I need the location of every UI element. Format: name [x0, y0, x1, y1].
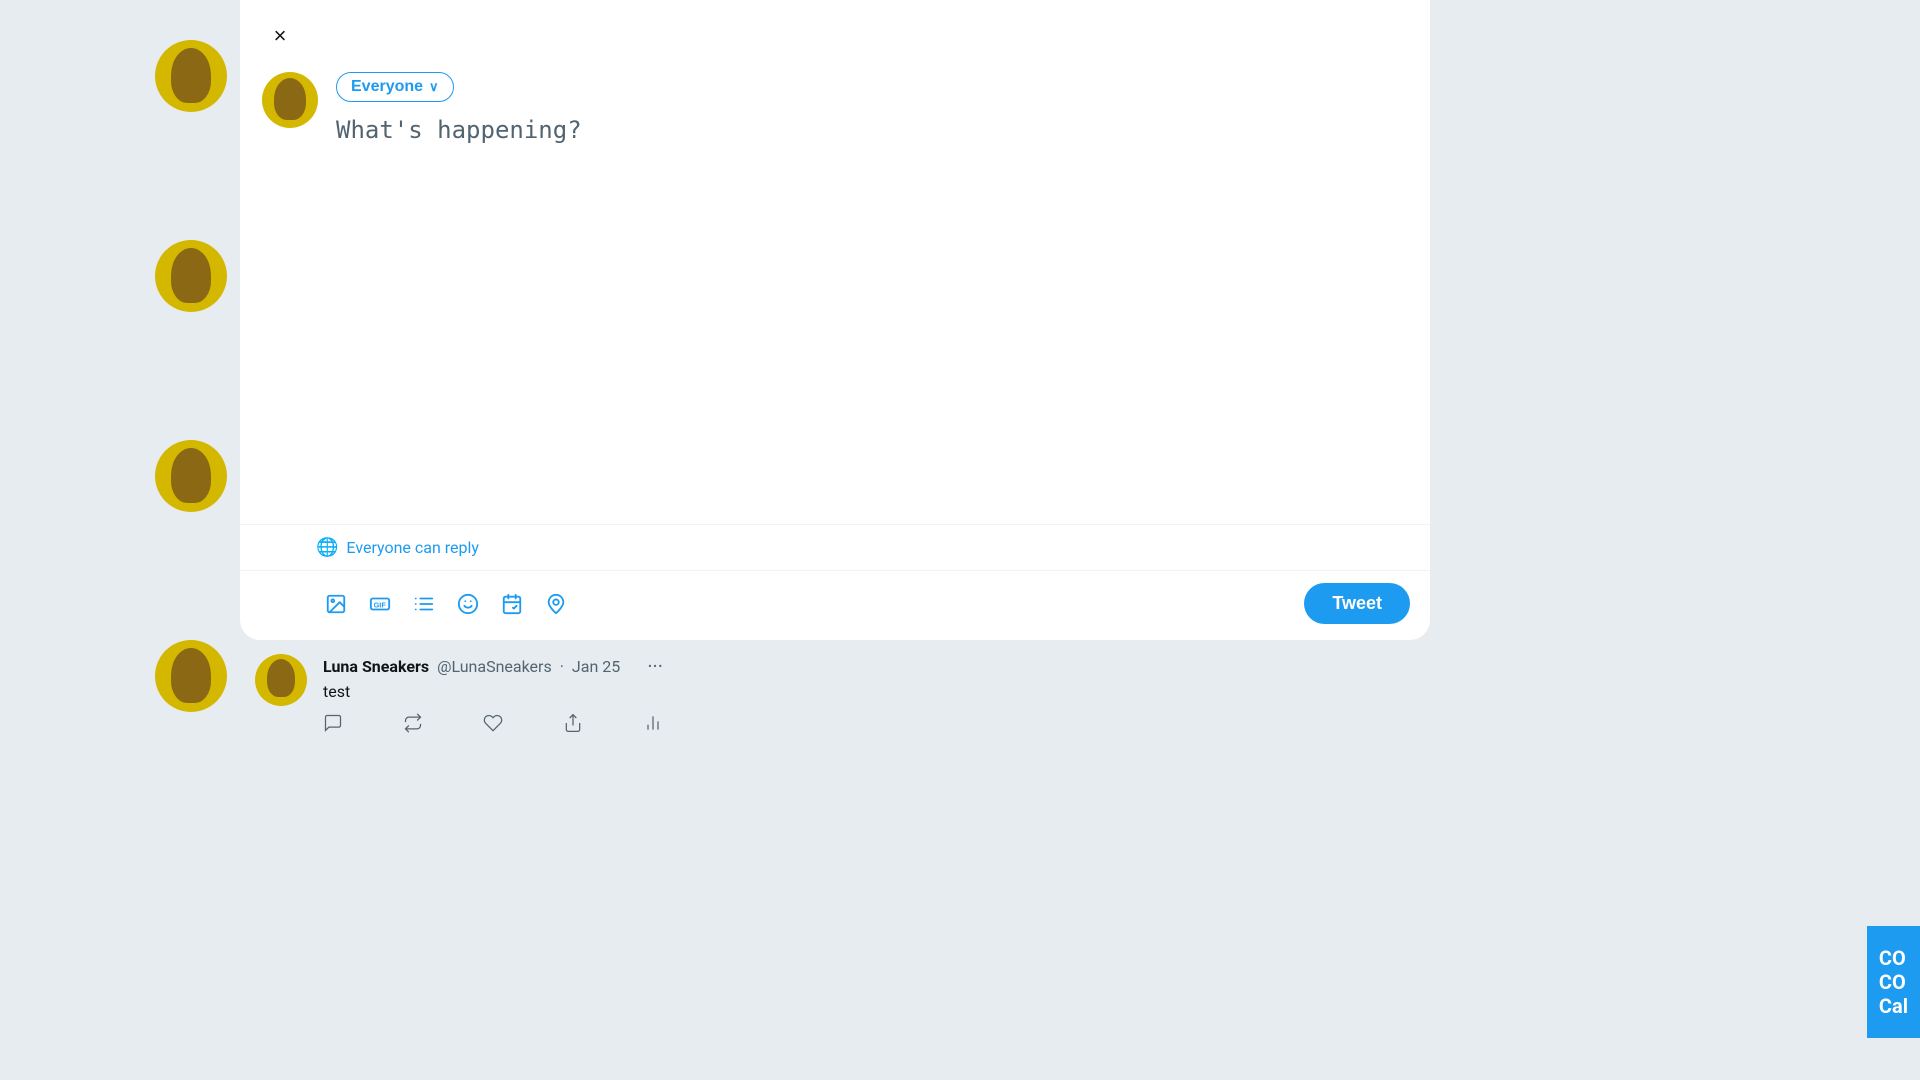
- bg-avatar-4: [155, 640, 227, 712]
- retweet-icon[interactable]: [403, 713, 423, 733]
- audience-selector-button[interactable]: Everyone ∨: [336, 72, 454, 102]
- co-badge-line1: CO: [1879, 946, 1908, 970]
- reply-setting-label: Everyone can reply: [346, 538, 479, 557]
- schedule-icon-button[interactable]: [492, 584, 532, 624]
- avatar-column: [260, 72, 320, 524]
- location-icon-button[interactable]: [536, 584, 576, 624]
- chevron-down-icon: ∨: [429, 79, 439, 95]
- tweet-button[interactable]: Tweet: [1304, 583, 1410, 624]
- globe-icon: 🌐: [316, 537, 338, 558]
- share-icon[interactable]: [563, 713, 583, 733]
- tweet-input[interactable]: [336, 114, 1410, 314]
- co-badge: CO CO Cal: [1867, 926, 1920, 1038]
- feed-tweet-content: Luna Sneakers @LunaSneakers · Jan 25 ···…: [323, 654, 663, 733]
- like-icon[interactable]: [483, 713, 503, 733]
- audience-label: Everyone: [351, 78, 423, 96]
- user-avatar: [262, 72, 318, 128]
- feed-tweet-actions: [323, 713, 663, 733]
- reply-icon[interactable]: [323, 713, 343, 733]
- bg-avatar-1: [155, 40, 227, 112]
- feed-tweet-handle: @LunaSneakers: [437, 657, 552, 676]
- content-column: Everyone ∨: [336, 72, 1410, 524]
- svg-text:GIF: GIF: [374, 600, 387, 609]
- feed-tweet-header: Luna Sneakers @LunaSneakers · Jan 25 ···: [323, 654, 663, 678]
- bg-avatar-2: [155, 240, 227, 312]
- poll-icon-button[interactable]: [404, 584, 444, 624]
- modal-body: Everyone ∨: [240, 64, 1430, 524]
- co-badge-line3: Cal: [1879, 994, 1908, 1018]
- co-badge-line2: CO: [1879, 970, 1908, 994]
- reply-setting-row[interactable]: 🌐 Everyone can reply: [240, 525, 1430, 571]
- analytics-icon[interactable]: [643, 713, 663, 733]
- feed-tweet-date: Jan 25: [572, 657, 620, 676]
- image-icon-button[interactable]: [316, 584, 356, 624]
- feed-tweet-row: Luna Sneakers @LunaSneakers · Jan 25 ···…: [255, 638, 663, 749]
- feed-tweet-name: Luna Sneakers: [323, 657, 429, 676]
- more-options-icon[interactable]: ···: [647, 654, 663, 678]
- toolbar-icons: GIF: [260, 584, 1300, 624]
- bg-avatar-3: [155, 440, 227, 512]
- gif-icon-button[interactable]: GIF: [360, 584, 400, 624]
- close-button[interactable]: ×: [260, 16, 300, 56]
- toolbar: GIF: [240, 571, 1430, 640]
- feed-tweet-text: test: [323, 682, 663, 701]
- modal-header: ×: [240, 0, 1430, 64]
- compose-modal: × Everyone ∨ 🌐 Everyone can reply: [240, 0, 1430, 640]
- feed-tweet-avatar: [255, 654, 307, 706]
- emoji-icon-button[interactable]: [448, 584, 488, 624]
- feed-tweet-dot: ·: [560, 657, 564, 676]
